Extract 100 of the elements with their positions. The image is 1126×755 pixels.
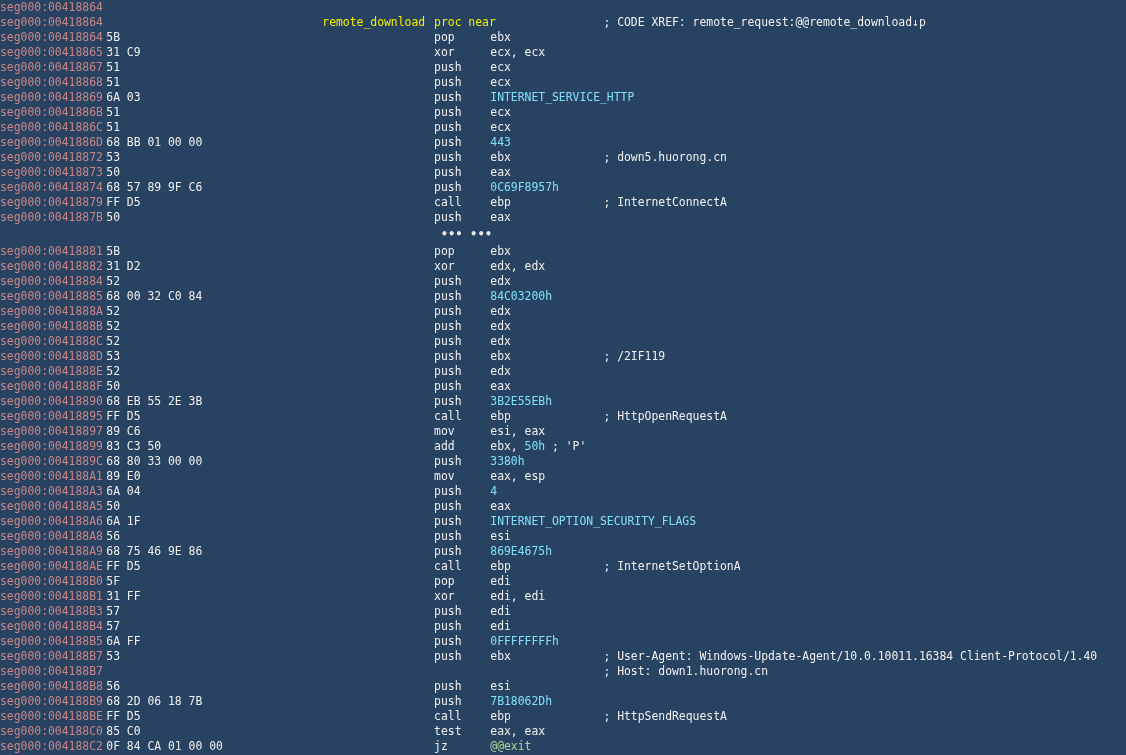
mnemonic-text: push (434, 334, 462, 348)
byte-text: 68 2D 06 18 7B (106, 694, 203, 708)
comment-text: ; User-Agent: Windows-Update-Agent/10.0.10011.16384 Client-Protocol/1.40 (603, 649, 1098, 663)
byte-text: 68 00 32 C0 84 (106, 289, 203, 303)
mnemonic-text: push (434, 120, 462, 134)
address-text: seg000:0041888F (0, 379, 103, 393)
address-text: seg000:004188B0 (0, 574, 103, 588)
mnemonic-text: add (434, 439, 455, 453)
byte-text: 52 (106, 364, 120, 378)
mnemonic-text: push (434, 529, 462, 543)
byte-text: 50 (106, 499, 120, 513)
omitted-lines-marker: ••• ••• (440, 227, 493, 241)
address-text: seg000:004188A3 (0, 484, 103, 498)
mnemonic-text: call (434, 195, 462, 209)
comment-text: ; CODE XREF: remote_request:@@remote_download↓p (603, 15, 926, 29)
operand-text: 0C69F8957h (490, 180, 559, 194)
operand-text: edx (490, 304, 511, 318)
mnemonic-text: push (434, 349, 462, 363)
mnemonic-text: push (434, 679, 462, 693)
operand-text: eax, eax (490, 724, 546, 738)
byte-text: 83 C3 50 (106, 439, 162, 453)
byte-text: 5B (106, 30, 120, 44)
comment-text: ; Host: down1.huorong.cn (603, 664, 768, 678)
address-text: seg000:00418864 (0, 30, 103, 44)
byte-text: FF D5 (106, 409, 141, 423)
mnemonic-text: push (434, 604, 462, 618)
address-text: seg000:004188A5 (0, 499, 103, 513)
address-text: seg000:00418879 (0, 195, 103, 209)
mnemonic-text: push (434, 499, 462, 513)
mnemonic-text: pop (434, 244, 455, 258)
operand-text: ecx (490, 120, 511, 134)
byte-text: 56 (106, 529, 120, 543)
address-text: seg000:004188B7 (0, 649, 103, 663)
mnemonic-text: push (434, 484, 462, 498)
mnemonic-text: xor (434, 45, 455, 59)
address-text: seg000:00418899 (0, 439, 103, 453)
operand-text: 0FFFFFFFFh (490, 634, 559, 648)
byte-text: 50 (106, 379, 120, 393)
operand-text: 4 (490, 484, 498, 498)
byte-text: 68 BB 01 00 00 (106, 135, 203, 149)
byte-text: 68 75 46 9E 86 (106, 544, 203, 558)
operand-text: eax (490, 165, 511, 179)
address-text: seg000:004188B5 (0, 634, 103, 648)
address-text: seg000:0041886B (0, 105, 103, 119)
mnemonic-text: push (434, 75, 462, 89)
mnemonic-text: push (434, 514, 462, 528)
byte-text: 52 (106, 319, 120, 333)
address-text: seg000:0041888A (0, 304, 103, 318)
mnemonic-text: pop (434, 574, 455, 588)
byte-text: 31 FF (106, 589, 141, 603)
address-text: seg000:004188B7 (0, 664, 103, 678)
mnemonic-text: push (434, 319, 462, 333)
mnemonic-text: pop (434, 30, 455, 44)
operand-text: 869E4675h (490, 544, 552, 558)
mnemonic-text: push (434, 135, 462, 149)
operand-text: 443 (490, 135, 511, 149)
byte-text: 5F (106, 574, 120, 588)
operand-text: INTERNET_SERVICE_HTTP (490, 90, 635, 104)
address-text: seg000:004188B9 (0, 694, 103, 708)
operand-text: ebx (490, 244, 511, 258)
comment-text: ; InternetConnectA (603, 195, 727, 209)
address-text: seg000:00418867 (0, 60, 103, 74)
byte-text: 6A 03 (106, 90, 141, 104)
address-text: seg000:004188C0 (0, 724, 103, 738)
operand-text: edx (490, 334, 511, 348)
comment-text: ; down5.huorong.cn (603, 150, 727, 164)
operand-text: @@exit (490, 739, 532, 753)
mnemonic-text: call (434, 709, 462, 723)
operand-text: 84C03200h (490, 289, 552, 303)
operand-text: ecx (490, 60, 511, 74)
comment-text: ; InternetSetOptionA (603, 559, 741, 573)
byte-text: 56 (106, 679, 120, 693)
mnemonic-text: push (434, 274, 462, 288)
address-text: seg000:00418897 (0, 424, 103, 438)
mnemonic-text: call (434, 559, 462, 573)
byte-text: FF D5 (106, 709, 141, 723)
operand-text: edx (490, 364, 511, 378)
byte-text: 85 C0 (106, 724, 141, 738)
address-text: seg000:00418895 (0, 409, 103, 423)
operand-text: edi, edi (490, 589, 546, 603)
byte-text: 68 EB 55 2E 3B (106, 394, 203, 408)
operand-text: edx (490, 274, 511, 288)
mnemonic-text: push (434, 60, 462, 74)
mnemonic-text: mov (434, 424, 455, 438)
byte-text: 50 (106, 165, 120, 179)
byte-text: 89 E0 (106, 469, 141, 483)
address-text: seg000:004188A9 (0, 544, 103, 558)
byte-text: 51 (106, 105, 120, 119)
operand-text: ecx (490, 105, 511, 119)
address-text: seg000:004188BE (0, 709, 103, 723)
byte-text: FF D5 (106, 559, 141, 573)
comment-text: ; HttpOpenRequestA (603, 409, 727, 423)
byte-text: 53 (106, 150, 120, 164)
mnemonic-text: xor (434, 259, 455, 273)
byte-text: 53 (106, 649, 120, 663)
address-text: seg000:004188B1 (0, 589, 103, 603)
byte-text: 0F 84 CA 01 00 00 (106, 739, 223, 753)
byte-text: 5B (106, 244, 120, 258)
comment-text: ; /2IF119 (603, 349, 666, 363)
byte-text: 31 C9 (106, 45, 141, 59)
